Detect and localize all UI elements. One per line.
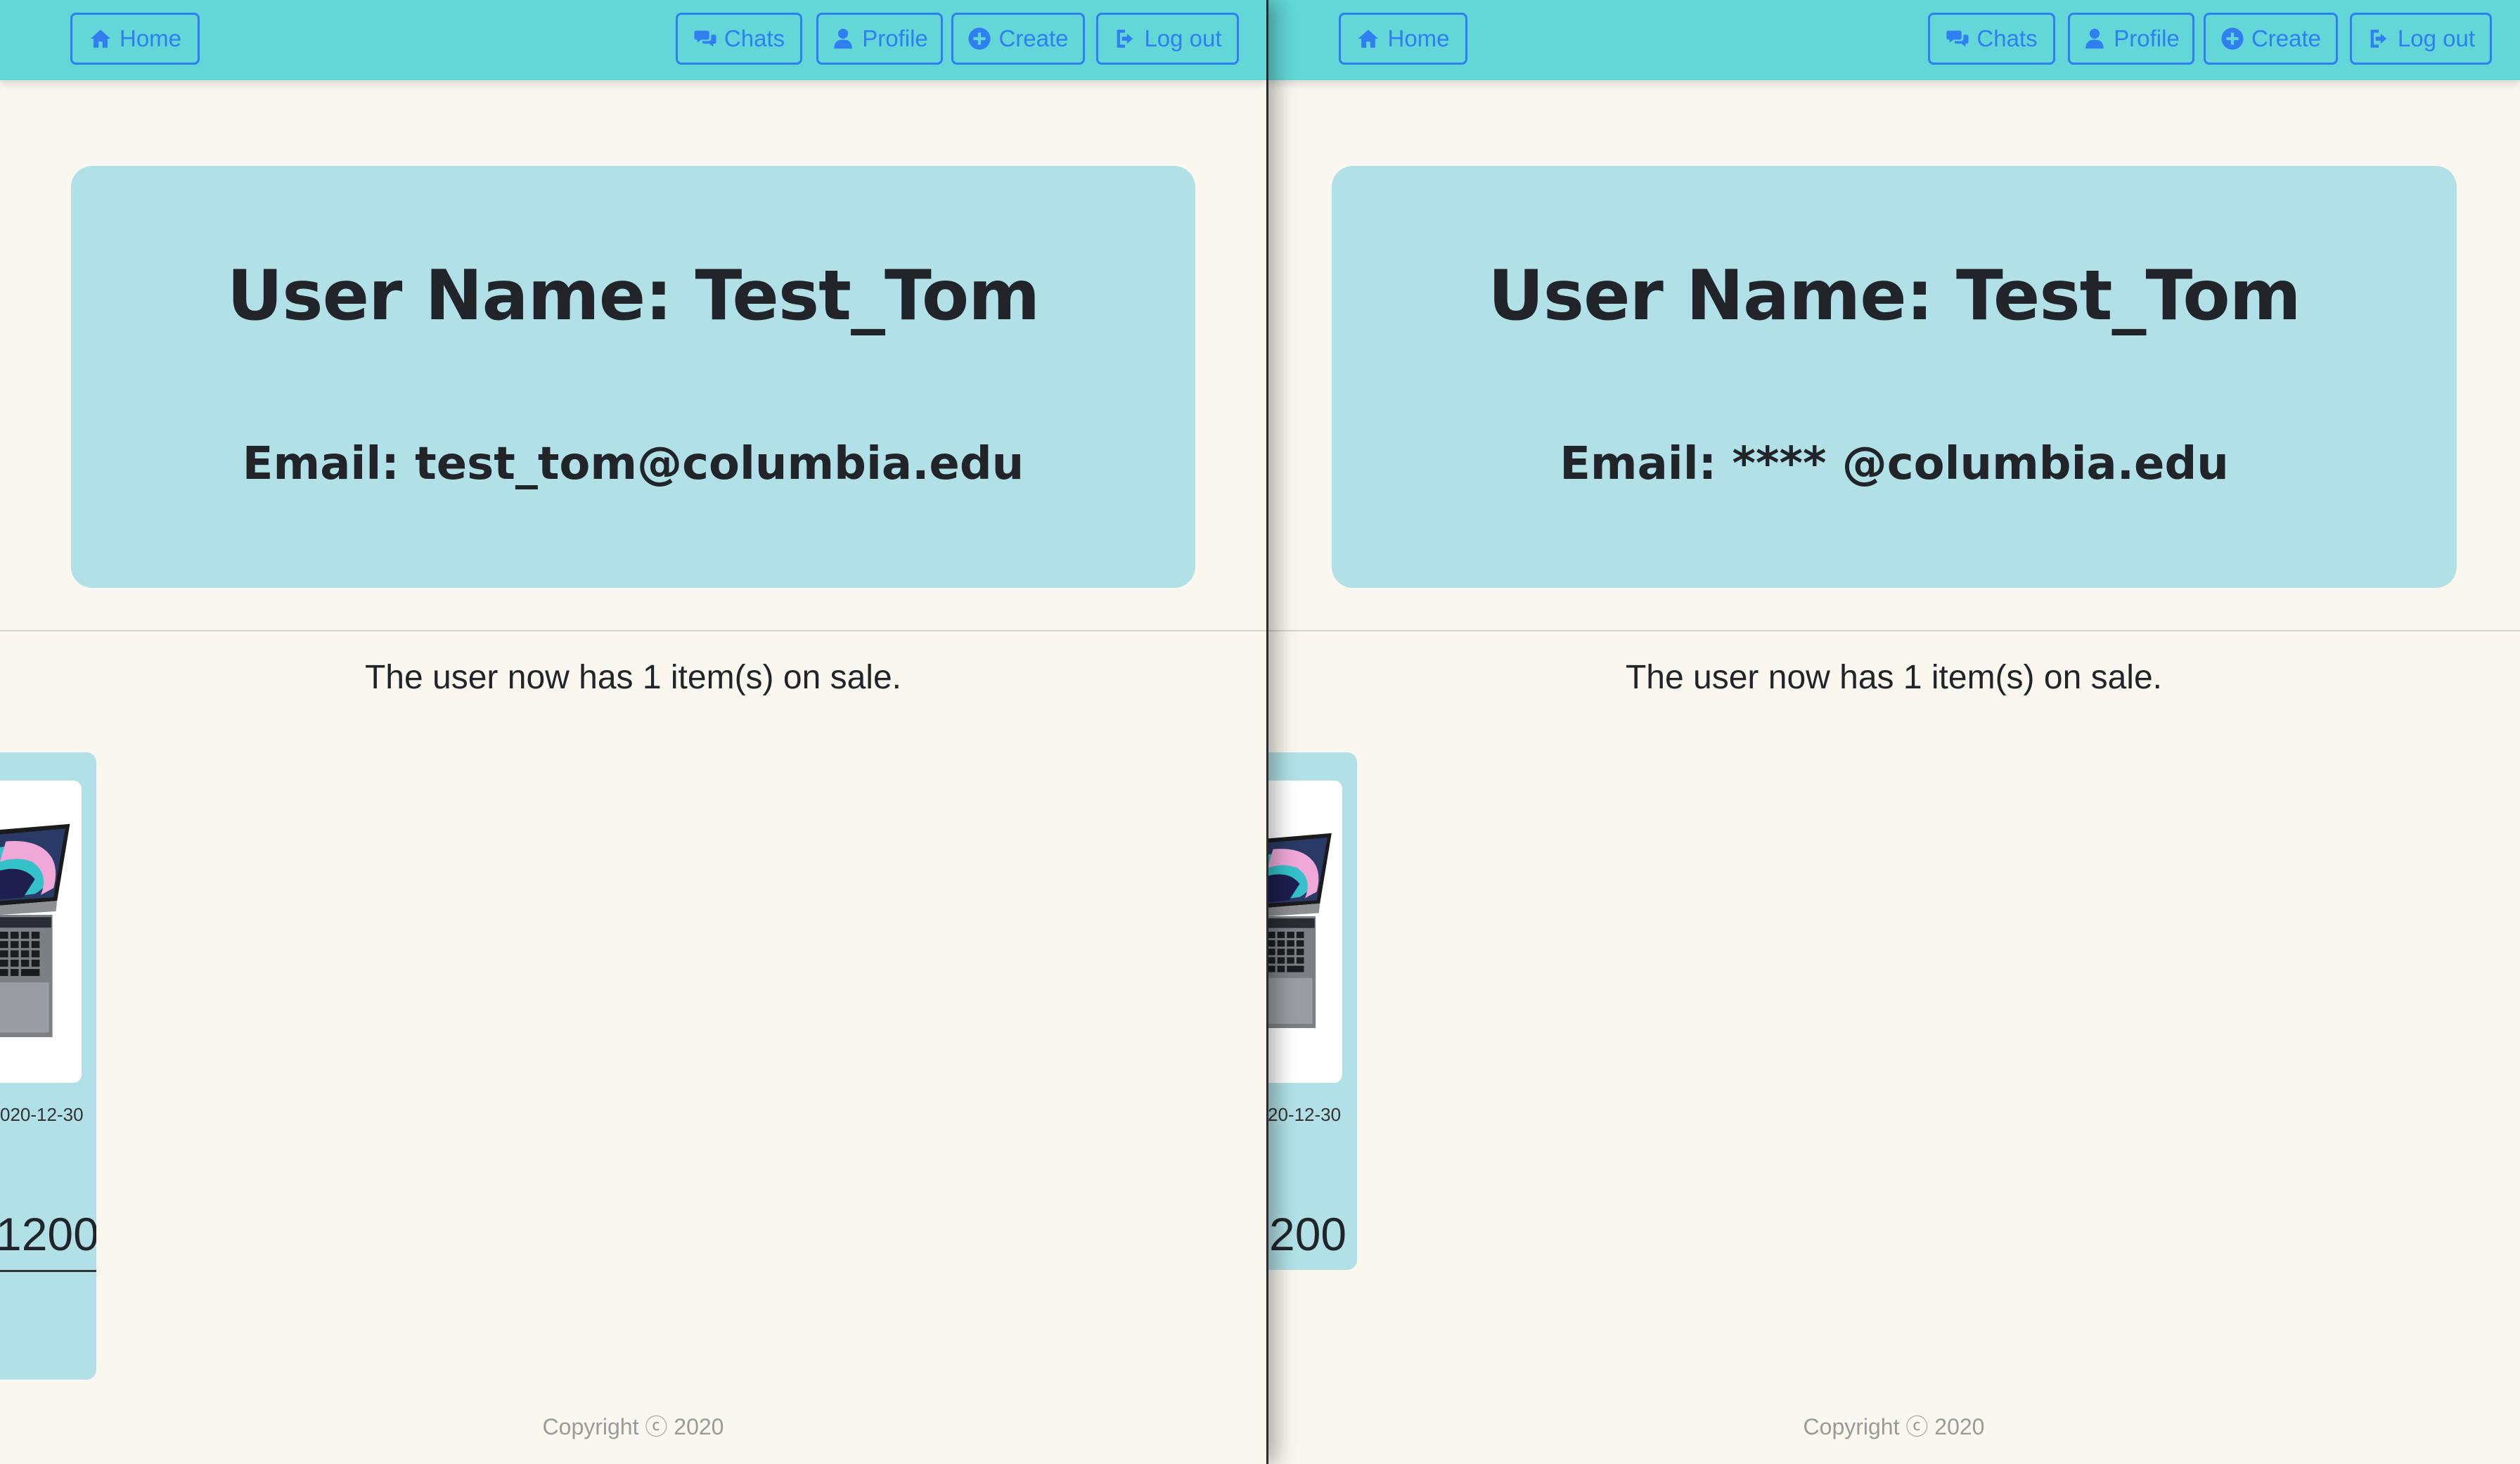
laptop-image [0, 781, 82, 1083]
item-card[interactable]: 20-12-30 200 [1268, 752, 1357, 1270]
item-divider [0, 1270, 96, 1272]
chats-button[interactable]: Chats [1928, 13, 2055, 65]
sign-out-icon [2367, 27, 2391, 51]
profile-label: Profile [2114, 25, 2180, 51]
profile-button[interactable]: Profile [2068, 13, 2194, 65]
logout-button[interactable]: Log out [2350, 13, 2492, 65]
item-date: 20-12-30 [1268, 1104, 1342, 1125]
item-card[interactable]: 020-12-30 1200 [0, 752, 96, 1380]
navbar: Home Chats Profile Create Log out [0, 0, 1266, 80]
chats-label: Chats [724, 25, 785, 51]
create-label: Create [998, 25, 1069, 51]
copyright-footer: Copyright ⓒ 2020 [542, 1414, 724, 1439]
home-button[interactable]: Home [70, 13, 200, 65]
right-browser-pane: Home Chats Profile Create Log out User N… [1268, 0, 2520, 1464]
create-button[interactable]: Create [2204, 13, 2338, 65]
copyright-footer: Copyright ⓒ 2020 [1803, 1414, 1985, 1439]
home-button[interactable]: Home [1339, 13, 1467, 65]
user-icon [2083, 27, 2107, 51]
user-name-heading: User Name: Test_Tom [1488, 256, 2301, 336]
laptop-image [1268, 781, 1342, 1083]
logout-label: Log out [2397, 25, 2476, 51]
item-date: 020-12-30 [0, 1104, 84, 1125]
create-label: Create [2251, 25, 2322, 51]
items-count-text: The user now has 1 item(s) on sale. [364, 659, 901, 696]
home-icon [89, 27, 112, 51]
pane-divider [1266, 0, 1268, 1464]
chat-bubbles-icon [693, 27, 717, 51]
profile-button[interactable]: Profile [816, 13, 943, 65]
items-count-text: The user now has 1 item(s) on sale. [1625, 659, 2162, 696]
logout-label: Log out [1144, 25, 1222, 51]
item-price: 1200 [0, 1208, 96, 1260]
user-info-card: User Name: Test_Tom Email: **** @columbi… [1332, 166, 2457, 588]
item-price: 200 [1269, 1208, 1347, 1260]
user-email: Email: test_tom@columbia.edu [242, 438, 1024, 490]
plus-circle-icon [968, 27, 991, 51]
divider-line [1268, 630, 2520, 631]
user-name-heading: User Name: Test_Tom [226, 256, 1041, 336]
profile-label: Profile [862, 25, 928, 51]
user-icon [831, 27, 855, 51]
create-button[interactable]: Create [951, 13, 1085, 65]
logout-button[interactable]: Log out [1096, 13, 1239, 65]
home-label: Home [119, 25, 182, 51]
left-browser-pane: Home Chats Profile Create Log out User N… [0, 0, 1266, 1464]
chats-label: Chats [1976, 25, 2038, 51]
chats-button[interactable]: Chats [676, 13, 802, 65]
home-label: Home [1387, 25, 1450, 51]
plus-circle-icon [2220, 27, 2244, 51]
chat-bubbles-icon [1946, 27, 1969, 51]
sign-out-icon [1113, 27, 1137, 51]
divider-line [0, 630, 1266, 631]
home-icon [1356, 27, 1380, 51]
user-info-card: User Name: Test_Tom Email: test_tom@colu… [71, 166, 1195, 588]
navbar: Home Chats Profile Create Log out [1268, 0, 2520, 80]
user-email: Email: **** @columbia.edu [1560, 438, 2229, 490]
